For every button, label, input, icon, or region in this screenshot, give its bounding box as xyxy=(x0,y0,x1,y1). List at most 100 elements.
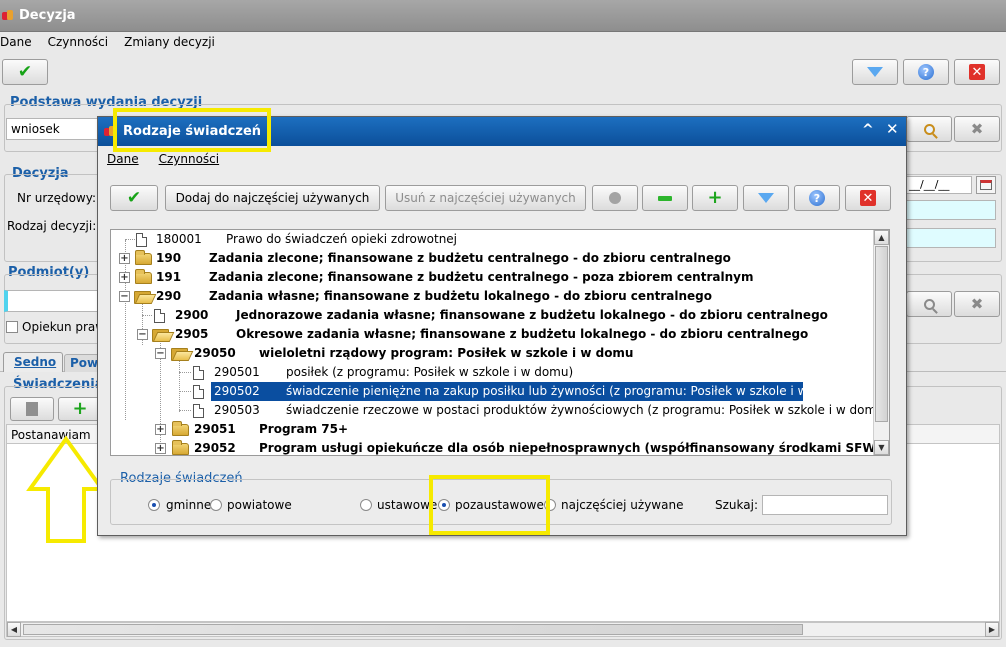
scroll-up-button[interactable]: ▲ xyxy=(874,230,889,245)
main-toolbar: ✔ ? ✕ xyxy=(0,56,1006,88)
collapse-icon[interactable]: − xyxy=(155,348,166,359)
tree-vscrollbar[interactable]: ▲ ▼ xyxy=(873,230,889,455)
scroll-down-button[interactable]: ▼ xyxy=(874,440,889,455)
tree-row-2905[interactable]: − 2905 Okresowe zadania własne; finansow… xyxy=(111,325,875,344)
podstawa-clear-button[interactable]: ✖ xyxy=(954,116,1000,142)
tree-row-180001[interactable]: 180001 Prawo do świadczeń opieki zdrowot… xyxy=(111,230,875,249)
dialog-menu-czynnosci[interactable]: Czynności xyxy=(159,152,220,166)
tree-desc: świadczenie rzeczowe w postaci produktów… xyxy=(286,403,889,417)
main-titlebar: Decyzja xyxy=(0,0,1006,32)
podmioty-field[interactable] xyxy=(4,290,98,312)
dialog-menu-dane[interactable]: Dane xyxy=(107,152,139,166)
dialog-collapse-all-button[interactable] xyxy=(642,185,688,211)
plus-icon: + xyxy=(72,398,88,419)
dialog-expand-all-button[interactable]: + xyxy=(692,185,738,211)
tree-code: 290501 xyxy=(214,365,260,379)
tree-row-290503[interactable]: 290503 świadczenie rzeczowe w postaci pr… xyxy=(111,401,888,420)
scroll-thumb[interactable] xyxy=(23,624,803,635)
expand-icon[interactable]: + xyxy=(119,253,130,264)
date-field[interactable]: __/__/__ xyxy=(906,176,972,194)
expand-icon[interactable]: + xyxy=(155,424,166,435)
document-icon xyxy=(193,366,204,380)
menu-czynnosci[interactable]: Czynności xyxy=(48,35,109,49)
tree-desc: Program usługi opiekuńcze dla osób niepe… xyxy=(259,441,890,455)
tab-pow-label: Pow xyxy=(70,356,99,370)
dialog-close-icon[interactable]: ✕ xyxy=(886,122,899,137)
folder-open-icon xyxy=(171,348,190,361)
tree-row-191[interactable]: + 191 Zadania zlecone; finansowane z bud… xyxy=(111,268,875,287)
opiekun-checkbox[interactable] xyxy=(6,321,18,333)
swiadczenia-hscrollbar[interactable]: ◀ ▶ xyxy=(6,622,1000,637)
podstawa-select-value: wniosek xyxy=(11,122,60,136)
scroll-thumb[interactable] xyxy=(875,246,888,422)
app-icon xyxy=(2,9,14,22)
radio-powiatowe[interactable] xyxy=(210,499,222,511)
tab-sedno[interactable]: Sedno xyxy=(3,352,63,372)
tree-desc: wieloletni rządowy program: Posiłek w sz… xyxy=(259,346,634,360)
tree-code: 2900 xyxy=(175,308,209,322)
triangle-down-icon xyxy=(867,67,883,77)
menu-dane[interactable]: Dane xyxy=(0,35,32,49)
tree-connector xyxy=(179,410,191,411)
tree-row-290501[interactable]: 290501 posiłek (z programu: Posiłek w sz… xyxy=(111,363,875,382)
radio-ustawowe[interactable] xyxy=(360,499,372,511)
expand-icon[interactable]: + xyxy=(155,443,166,454)
podmioty-clear-button[interactable]: ✖ xyxy=(954,291,1000,317)
rodzaj-decyzji-field[interactable] xyxy=(906,228,996,248)
dialog-collapse-icon[interactable]: ^ xyxy=(862,123,874,137)
swiadczenia-doc-button[interactable] xyxy=(10,397,54,421)
tree-row-29050[interactable]: − 29050 wieloletni rządowy program: Posi… xyxy=(111,344,875,363)
plus-icon: + xyxy=(707,187,723,208)
main-close-button[interactable]: ✕ xyxy=(954,59,1000,85)
dialog-help-button[interactable]: ? xyxy=(794,185,840,211)
tree-row-29052[interactable]: + 29052 Program usługi opiekuńcze dla os… xyxy=(111,439,889,455)
rodzaj-decyzji-label: Rodzaj decyzji: xyxy=(7,219,97,233)
main-menubar: Dane Czynności Zmiany decyzji xyxy=(0,32,1006,52)
remove-favorite-button[interactable]: Usuń z najczęściej używanych xyxy=(385,185,586,211)
dialog-dropdown-button[interactable] xyxy=(743,185,789,211)
radio-gminne-label: gminne xyxy=(166,498,212,512)
main-help-button[interactable]: ? xyxy=(903,59,949,85)
tree-code: 190 xyxy=(156,251,182,265)
nr-urzedowy-label: Nr urzędowy: xyxy=(17,191,96,205)
tree-row-190[interactable]: + 190 Zadania zlecone; finansowane z bud… xyxy=(111,249,875,268)
add-favorite-button[interactable]: Dodaj do najczęściej używanych xyxy=(165,185,380,211)
folder-icon xyxy=(172,440,189,455)
menu-zmiany-decyzji[interactable]: Zmiany decyzji xyxy=(124,35,215,49)
nr-urzedowy-field[interactable] xyxy=(906,200,996,220)
tree-code: 29052 xyxy=(194,441,236,455)
close-icon: ✕ xyxy=(969,64,985,80)
tree-desc: Jednorazowe zadania własne; finansowane … xyxy=(236,308,828,322)
main-dropdown-button[interactable] xyxy=(852,59,898,85)
radio-gminne[interactable] xyxy=(148,499,160,511)
collapse-icon[interactable]: − xyxy=(137,329,148,340)
swiadczenia-add-button[interactable]: + xyxy=(58,397,102,421)
dialog-note-button[interactable] xyxy=(592,185,638,211)
tree-desc: Zadania zlecone; finansowane z budżetu c… xyxy=(209,270,754,284)
annotation-box-title xyxy=(113,108,271,152)
podstawa-search-button[interactable] xyxy=(906,116,952,142)
radio-najczesciej-label: najczęściej używane xyxy=(561,498,684,512)
clear-icon: ✖ xyxy=(970,120,984,138)
dialog-cancel-button[interactable]: ✕ xyxy=(845,185,891,211)
document-icon xyxy=(26,402,38,416)
tree-row-29051[interactable]: + 29051 Program 75+ xyxy=(111,420,875,439)
opiekun-label: Opiekun praw xyxy=(22,320,106,334)
folder-icon xyxy=(135,250,152,265)
tree-row-290502[interactable]: 290502 świadczenie pieniężne na zakup po… xyxy=(111,382,875,401)
tree-row-2900[interactable]: 2900 Jednorazowe zadania własne; finanso… xyxy=(111,306,875,325)
dialog-accept-button[interactable]: ✔ xyxy=(110,185,158,211)
search-input[interactable] xyxy=(762,495,888,515)
tree-row-290[interactable]: − 290 Zadania własne; finansowane z budż… xyxy=(111,287,875,306)
clear-icon: ✖ xyxy=(970,295,984,313)
podmioty-search-button[interactable] xyxy=(906,291,952,317)
calendar-button[interactable] xyxy=(976,176,996,194)
scroll-left-button[interactable]: ◀ xyxy=(7,622,21,637)
tree-code: 180001 xyxy=(156,232,202,246)
expand-icon[interactable]: + xyxy=(119,272,130,283)
scroll-right-button[interactable]: ▶ xyxy=(985,622,999,637)
collapse-icon[interactable]: − xyxy=(119,291,130,302)
main-accept-button[interactable]: ✔ xyxy=(2,59,48,85)
close-icon: ✕ xyxy=(860,190,876,206)
annotation-arrow-icon xyxy=(26,436,106,543)
